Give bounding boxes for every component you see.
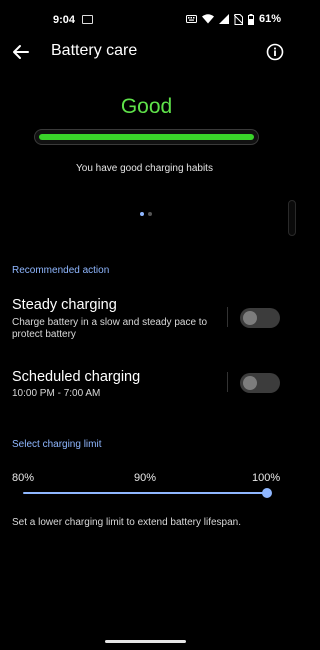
keyboard-icon xyxy=(185,14,197,24)
gallery-notification-icon xyxy=(82,15,93,24)
row-divider xyxy=(227,372,228,392)
toggle-knob xyxy=(243,376,257,390)
row-divider xyxy=(227,307,228,327)
page-title: Battery care xyxy=(51,42,138,59)
status-time: 9:04 xyxy=(53,14,76,26)
toggle-knob xyxy=(243,311,257,325)
page-indicator xyxy=(140,212,152,216)
scheduled-charging-row[interactable]: Scheduled charging 10:00 PM - 7:00 AM xyxy=(0,365,293,405)
limit-option-100[interactable]: 100% xyxy=(252,472,280,484)
home-indicator[interactable] xyxy=(105,640,186,643)
battery-icon xyxy=(247,13,254,25)
charging-limit-slider-track[interactable] xyxy=(23,492,267,494)
page-dot xyxy=(140,212,144,216)
page-dot xyxy=(148,212,152,216)
charging-limit-slider-thumb[interactable] xyxy=(262,488,272,498)
limit-option-90[interactable]: 90% xyxy=(134,472,156,484)
limit-option-80[interactable]: 80% xyxy=(12,472,34,484)
steady-charging-subtitle: Charge battery in a slow and steady pace… xyxy=(12,317,208,340)
battery-health-bar xyxy=(34,129,259,145)
no-sim-icon xyxy=(233,13,243,25)
scheduled-charging-title: Scheduled charging xyxy=(12,369,141,385)
battery-status: Good xyxy=(120,95,173,118)
steady-charging-title: Steady charging xyxy=(12,297,117,313)
wifi-icon xyxy=(201,14,214,24)
charging-habit-message: You have good charging habits xyxy=(76,163,213,174)
section-header-charging-limit: Select charging limit xyxy=(12,439,102,450)
status-icons: 61% xyxy=(185,13,281,25)
arrow-left-icon[interactable] xyxy=(10,41,32,63)
battery-health-fill xyxy=(39,134,254,140)
signal-icon xyxy=(218,14,229,24)
steady-charging-row[interactable]: Steady charging Charge battery in a slow… xyxy=(0,293,293,343)
section-header-recommended: Recommended action xyxy=(12,265,110,276)
edge-panel-handle[interactable] xyxy=(288,200,296,236)
scheduled-charging-time: 10:00 PM - 7:00 AM xyxy=(12,388,101,399)
steady-charging-toggle[interactable] xyxy=(240,308,280,328)
scheduled-charging-toggle[interactable] xyxy=(240,373,280,393)
info-icon[interactable] xyxy=(265,42,285,62)
charging-limit-note: Set a lower charging limit to extend bat… xyxy=(12,517,242,528)
battery-percent: 61% xyxy=(258,13,281,25)
